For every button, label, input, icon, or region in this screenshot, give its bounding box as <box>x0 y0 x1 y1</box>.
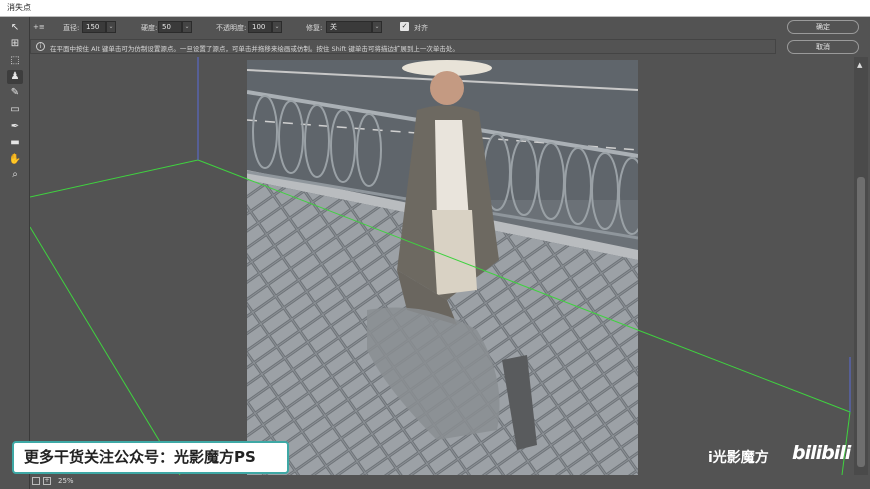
brand-logo: i光影魔方 <box>708 450 769 466</box>
window-title: 消失点 <box>7 3 31 12</box>
info-bar: i 在平面中按住 Alt 键单击可为仿制设置源点。一旦设置了源点，可单击并拖移来… <box>30 39 776 54</box>
zoom-level[interactable]: 25% <box>58 477 74 485</box>
hardness-label: 硬度: <box>141 24 158 32</box>
edit-plane-tool-icon[interactable]: ↖ <box>7 21 23 35</box>
opacity-label: 不透明度: <box>216 24 247 32</box>
heal-label: 修复: <box>306 24 323 32</box>
opacity-dropdown-icon[interactable]: ⌄ <box>272 21 282 33</box>
align-label: 对齐 <box>414 24 428 32</box>
zoom-tool-icon[interactable]: ⌕ <box>7 168 23 182</box>
diameter-label: 直径: <box>63 24 80 32</box>
heal-select[interactable]: 关 <box>326 21 372 33</box>
bilibili-logo: bilibili <box>792 442 851 464</box>
vanishing-point-dialog: 消失点 ↖ ⊞ ⬚ ♟ ✎ ▭ ✒ ▬ ✋ ⌕ +≡ 直径: 150 ⌄ 硬度:… <box>0 0 870 489</box>
tool-panel: ↖ ⊞ ⬚ ♟ ✎ ▭ ✒ ▬ ✋ ⌕ <box>0 17 30 489</box>
hardness-input[interactable]: 50 <box>158 21 182 33</box>
cancel-button[interactable]: 取消 <box>787 40 859 54</box>
diameter-dropdown-icon[interactable]: ⌄ <box>106 21 116 33</box>
opacity-input[interactable]: 100 <box>248 21 272 33</box>
zoom-in-icon[interactable]: + <box>43 477 51 485</box>
eyedropper-tool-icon[interactable]: ✒ <box>7 120 23 134</box>
hand-tool-icon[interactable]: ✋ <box>7 153 23 167</box>
hardness-dropdown-icon[interactable]: ⌄ <box>182 21 192 33</box>
transform-tool-icon[interactable]: ▭ <box>7 103 23 117</box>
zoom-out-icon[interactable] <box>32 477 40 485</box>
vertical-scrollbar[interactable]: ▲ <box>854 57 868 475</box>
mode-icon: +≡ <box>33 23 45 31</box>
align-checkbox[interactable]: ✓ <box>400 22 409 31</box>
info-text: 在平面中按住 Alt 键单击可为仿制设置源点。一旦设置了源点，可单击并拖移来绘画… <box>50 45 459 53</box>
title-bar: 消失点 <box>0 0 870 17</box>
ok-button[interactable]: 确定 <box>787 20 859 34</box>
diameter-input[interactable]: 150 <box>82 21 106 33</box>
info-icon: i <box>36 42 45 51</box>
status-bar: + 25% <box>30 475 852 489</box>
watermark-banner: 更多干货关注公众号：光影魔方PS <box>12 441 289 474</box>
options-bar: +≡ 直径: 150 ⌄ 硬度: 50 ⌄ 不透明度: 100 ⌄ 修复: 关 … <box>30 17 780 37</box>
scroll-up-icon[interactable]: ▲ <box>857 61 862 69</box>
brush-tool-icon[interactable]: ✎ <box>7 86 23 100</box>
stamp-tool-icon[interactable]: ♟ <box>7 70 23 84</box>
create-plane-tool-icon[interactable]: ⊞ <box>7 37 23 51</box>
scroll-thumb[interactable] <box>857 177 865 467</box>
perspective-grid-overlay <box>30 57 851 475</box>
measure-tool-icon[interactable]: ▬ <box>7 136 23 150</box>
marquee-tool-icon[interactable]: ⬚ <box>7 54 23 68</box>
preview-canvas[interactable] <box>30 57 852 475</box>
heal-dropdown-icon[interactable]: ⌄ <box>372 21 382 33</box>
